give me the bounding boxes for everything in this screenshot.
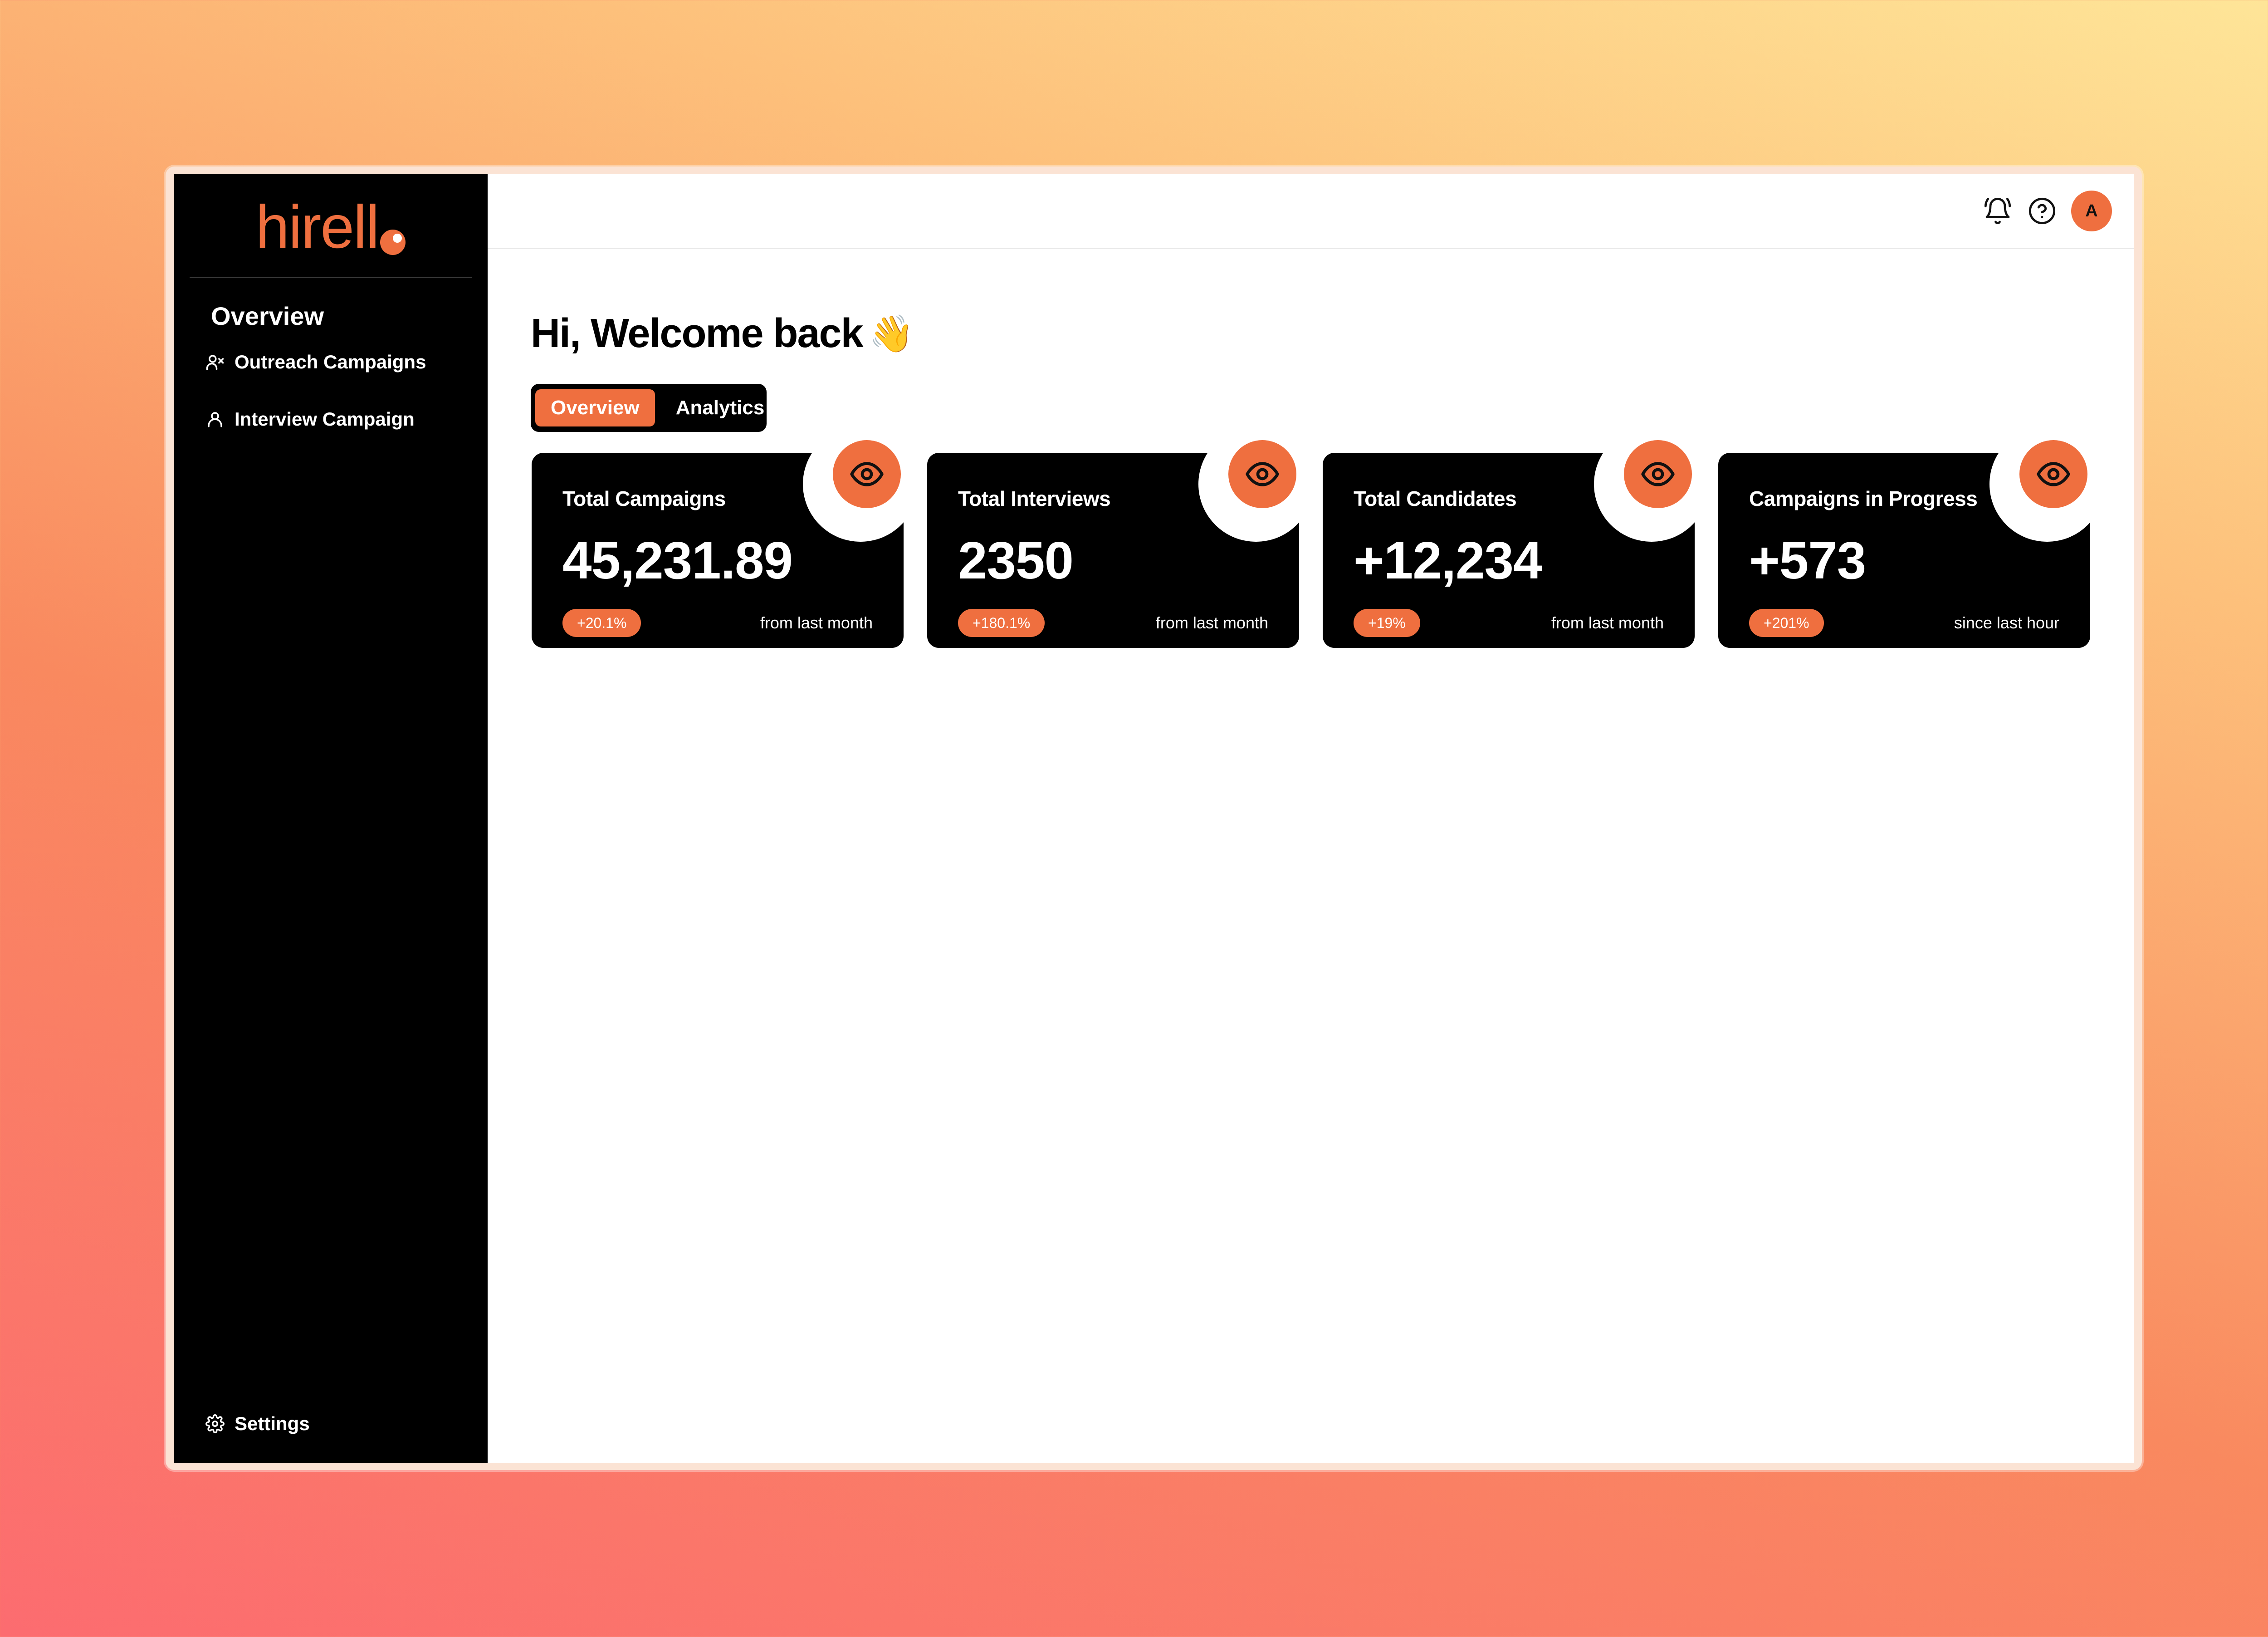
card-title: Campaigns in Progress: [1749, 487, 1978, 510]
sidebar: hirell Overview Outreach Campaigns Inter…: [174, 174, 488, 1463]
help-button[interactable]: [2027, 196, 2058, 226]
stat-card-total-interviews: Total Interviews 2350 +180.1% from last …: [927, 426, 1314, 648]
app-window: hirell Overview Outreach Campaigns Inter…: [174, 174, 2134, 1463]
sidebar-heading-overview[interactable]: Overview: [211, 301, 324, 331]
card-value: 2350: [958, 531, 1074, 590]
bell-icon: [1984, 197, 2011, 225]
view-button[interactable]: [833, 440, 901, 508]
card-title: Total Interviews: [958, 487, 1111, 510]
help-icon: [2028, 197, 2056, 225]
top-bar-actions: A: [1982, 191, 2112, 231]
card-note: from last month: [760, 613, 873, 632]
users-x-icon: [206, 355, 224, 370]
avatar[interactable]: A: [2071, 191, 2112, 231]
change-badge: +20.1%: [562, 609, 641, 637]
view-button[interactable]: [2019, 440, 2087, 508]
view-button[interactable]: [1228, 440, 1296, 508]
top-bar: A: [488, 174, 2134, 249]
logo: hirell: [174, 197, 488, 258]
change-badge: +180.1%: [958, 609, 1045, 637]
stat-card-campaigns-in-progress: Campaigns in Progress +573 +201% since l…: [1718, 426, 2105, 648]
sidebar-item-settings[interactable]: Settings: [205, 1413, 310, 1435]
sidebar-item-label: Outreach Campaigns: [235, 351, 426, 372]
card-title: Total Candidates: [1354, 487, 1517, 510]
card-value: +12,234: [1354, 531, 1543, 590]
eye-icon: [1246, 462, 1279, 486]
card-value: 45,231.89: [562, 531, 793, 590]
notifications-button[interactable]: [1982, 196, 2013, 226]
tab-analytics[interactable]: Analytics: [660, 389, 780, 426]
eye-icon: [850, 462, 884, 486]
card-title: Total Campaigns: [562, 487, 726, 510]
sidebar-divider: [190, 277, 472, 278]
view-button[interactable]: [1624, 440, 1692, 508]
eye-icon: [1641, 462, 1675, 486]
view-tabs: Overview Analytics: [531, 384, 767, 432]
sidebar-item-label: Interview Campaign: [235, 408, 415, 430]
change-badge: +19%: [1354, 609, 1420, 637]
page-title: Hi, Welcome back 👋: [531, 310, 914, 357]
card-value: +573: [1749, 531, 1866, 590]
sidebar-item-interview-campaign[interactable]: Interview Campaign: [205, 408, 415, 430]
user-icon: [208, 412, 222, 427]
eye-icon: [2037, 462, 2070, 486]
tab-overview[interactable]: Overview: [535, 389, 655, 426]
sidebar-item-outreach-campaigns[interactable]: Outreach Campaigns: [205, 351, 426, 373]
waving-hand-icon: 👋: [869, 313, 914, 354]
stat-card-total-candidates: Total Candidates +12,234 +19% from last …: [1323, 426, 1709, 648]
card-note: since last hour: [1954, 613, 2059, 632]
gear-icon: [205, 1414, 225, 1433]
logo-search-icon: [380, 230, 406, 255]
logo-text: hirell: [255, 193, 380, 261]
sidebar-item-label: Settings: [235, 1413, 310, 1434]
card-note: from last month: [1155, 613, 1268, 632]
stat-card-total-campaigns: Total Campaigns 45,231.89 +20.1% from la…: [532, 426, 918, 648]
card-note: from last month: [1551, 613, 1664, 632]
change-badge: +201%: [1749, 609, 1824, 637]
greeting-text: Hi, Welcome back: [531, 311, 864, 356]
